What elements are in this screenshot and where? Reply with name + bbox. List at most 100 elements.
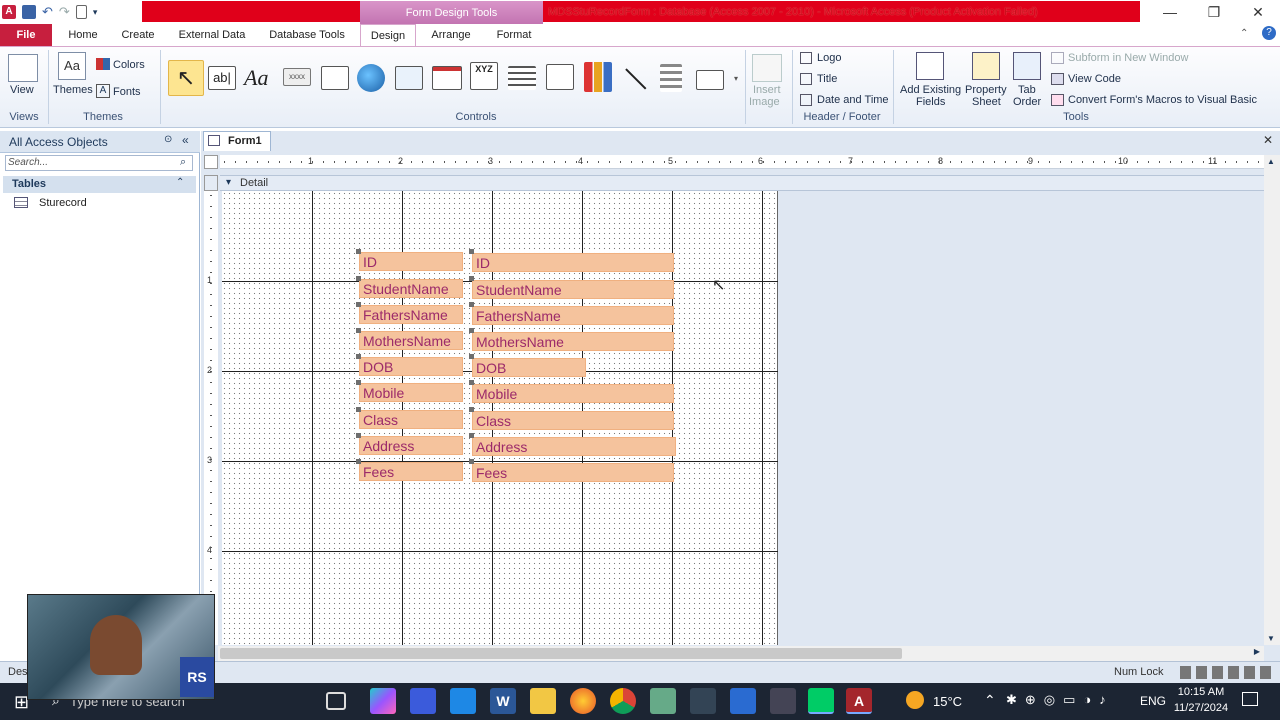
field-textbox-id[interactable]: ID: [472, 253, 674, 272]
scroll-down-icon[interactable]: ▼: [1267, 634, 1275, 643]
word-icon[interactable]: W: [490, 688, 516, 714]
tab-external-data[interactable]: External Data: [170, 24, 254, 46]
tab-create[interactable]: Create: [114, 24, 162, 46]
app-icon-5[interactable]: [808, 688, 834, 714]
move-handle[interactable]: [356, 328, 361, 333]
title-icon[interactable]: [800, 73, 812, 85]
web-browser-control-icon[interactable]: [395, 66, 423, 90]
view-icon[interactable]: [8, 54, 38, 82]
field-textbox-fees[interactable]: Fees: [472, 463, 674, 482]
field-label-address[interactable]: Address: [359, 436, 463, 455]
move-handle[interactable]: [356, 354, 361, 359]
horizontal-scrollbar[interactable]: ▶: [218, 646, 1264, 661]
field-textbox-studentname[interactable]: StudentName: [472, 280, 674, 299]
scroll-thumb[interactable]: [220, 648, 902, 659]
file-explorer-icon[interactable]: [530, 688, 556, 714]
app-icon-3[interactable]: [690, 688, 716, 714]
insert-image-icon[interactable]: [752, 54, 782, 82]
chrome-icon[interactable]: [610, 688, 636, 714]
section-selector[interactable]: [204, 175, 218, 191]
view-switcher-icons[interactable]: [1180, 666, 1276, 679]
collapse-section-icon[interactable]: ⌃: [176, 177, 184, 188]
move-handle[interactable]: [356, 249, 361, 254]
shutter-bar-icon[interactable]: «: [182, 133, 189, 147]
tray-icons[interactable]: ✱⊕◎▭◑♪: [1006, 692, 1114, 708]
access-taskbar-icon[interactable]: A: [846, 688, 872, 714]
button-control-icon[interactable]: xxxx: [283, 68, 311, 86]
move-handle[interactable]: [356, 433, 361, 438]
tab-home[interactable]: Home: [60, 24, 106, 46]
tab-order-label-2[interactable]: Order: [1013, 96, 1041, 108]
nav-item-sturecord[interactable]: Sturecord: [39, 197, 87, 209]
move-handle[interactable]: [356, 407, 361, 412]
weather-temp[interactable]: 15°C: [933, 694, 962, 709]
search-icon[interactable]: ⌕: [180, 156, 186, 169]
tab-format[interactable]: Format: [488, 24, 540, 46]
scroll-up-icon[interactable]: ▲: [1267, 157, 1275, 166]
nav-pane-title[interactable]: All Access Objects: [9, 135, 108, 149]
restore-button[interactable]: ❐: [1192, 0, 1236, 24]
field-label-fathersname[interactable]: FathersName: [359, 305, 463, 324]
tray-chevron-icon[interactable]: ⌃: [984, 692, 996, 709]
move-handle[interactable]: [469, 276, 474, 281]
more-controls-icon[interactable]: ▾: [734, 74, 738, 83]
app-icon-2[interactable]: [650, 688, 676, 714]
select-pointer-icon[interactable]: ↖: [168, 60, 204, 96]
convert-macros-button[interactable]: Convert Form's Macros to Visual Basic: [1068, 94, 1257, 106]
store-icon[interactable]: [730, 688, 756, 714]
label-control-icon[interactable]: Aa: [244, 62, 276, 94]
date-time-icon[interactable]: [800, 94, 812, 106]
move-handle[interactable]: [469, 433, 474, 438]
move-handle[interactable]: [469, 328, 474, 333]
tab-order-label-1[interactable]: Tab: [1018, 84, 1036, 96]
nav-search-input[interactable]: Search...: [5, 155, 193, 171]
property-sheet-icon[interactable]: [972, 52, 1000, 80]
themes-button-label[interactable]: Themes: [53, 84, 93, 96]
tab-design[interactable]: Design: [360, 24, 416, 47]
navigation-control-icon[interactable]: [432, 66, 462, 90]
form-selector[interactable]: [204, 155, 218, 169]
language-indicator[interactable]: ENG: [1140, 694, 1166, 708]
view-code-button[interactable]: View Code: [1068, 73, 1121, 85]
mail-icon[interactable]: [450, 688, 476, 714]
list-box-icon[interactable]: [696, 70, 724, 90]
close-button[interactable]: ✕: [1236, 0, 1280, 24]
clock-time[interactable]: 10:15 AM: [1176, 686, 1226, 698]
view-code-icon[interactable]: [1051, 73, 1064, 85]
move-handle[interactable]: [469, 249, 474, 254]
textbox-control-icon[interactable]: ab|: [208, 66, 236, 90]
add-existing-label-2[interactable]: Fields: [916, 96, 945, 108]
collapse-ribbon-icon[interactable]: ⌃: [1240, 28, 1248, 39]
copilot-icon[interactable]: [370, 688, 396, 714]
field-label-dob[interactable]: DOB: [359, 357, 463, 376]
fonts-button[interactable]: Fonts: [113, 86, 141, 98]
add-existing-fields-icon[interactable]: [916, 52, 944, 80]
app-taskbar-icon[interactable]: [410, 688, 436, 714]
property-sheet-label-2[interactable]: Sheet: [972, 96, 1001, 108]
tab-database-tools[interactable]: Database Tools: [262, 24, 352, 46]
save-icon[interactable]: [22, 5, 36, 19]
field-textbox-mothersname[interactable]: MothersName: [472, 332, 674, 351]
move-handle[interactable]: [469, 302, 474, 307]
field-textbox-address[interactable]: Address: [472, 437, 676, 456]
convert-macros-icon[interactable]: [1051, 94, 1064, 106]
move-handle[interactable]: [356, 302, 361, 307]
move-handle[interactable]: [469, 354, 474, 359]
option-group-icon[interactable]: XYZ: [470, 62, 498, 90]
combo-box-icon[interactable]: [546, 64, 574, 90]
tab-order-icon[interactable]: [1013, 52, 1041, 80]
date-time-button[interactable]: Date and Time: [817, 94, 889, 106]
field-textbox-mobile[interactable]: Mobile: [472, 384, 674, 403]
weather-icon[interactable]: [906, 691, 924, 709]
chart-control-icon[interactable]: [584, 62, 612, 92]
scroll-right-icon[interactable]: ▶: [1254, 647, 1260, 656]
field-textbox-dob[interactable]: DOB: [472, 358, 586, 377]
page-break-icon[interactable]: [508, 66, 536, 90]
tab-file[interactable]: File: [0, 24, 52, 46]
hyperlink-globe-icon[interactable]: [357, 64, 385, 92]
form1-document-tab[interactable]: Form1: [203, 131, 271, 151]
toggle-button-icon[interactable]: [660, 64, 682, 92]
clock-date[interactable]: 11/27/2024: [1170, 702, 1232, 714]
field-label-id[interactable]: ID: [359, 252, 463, 271]
logo-icon[interactable]: [800, 52, 812, 64]
